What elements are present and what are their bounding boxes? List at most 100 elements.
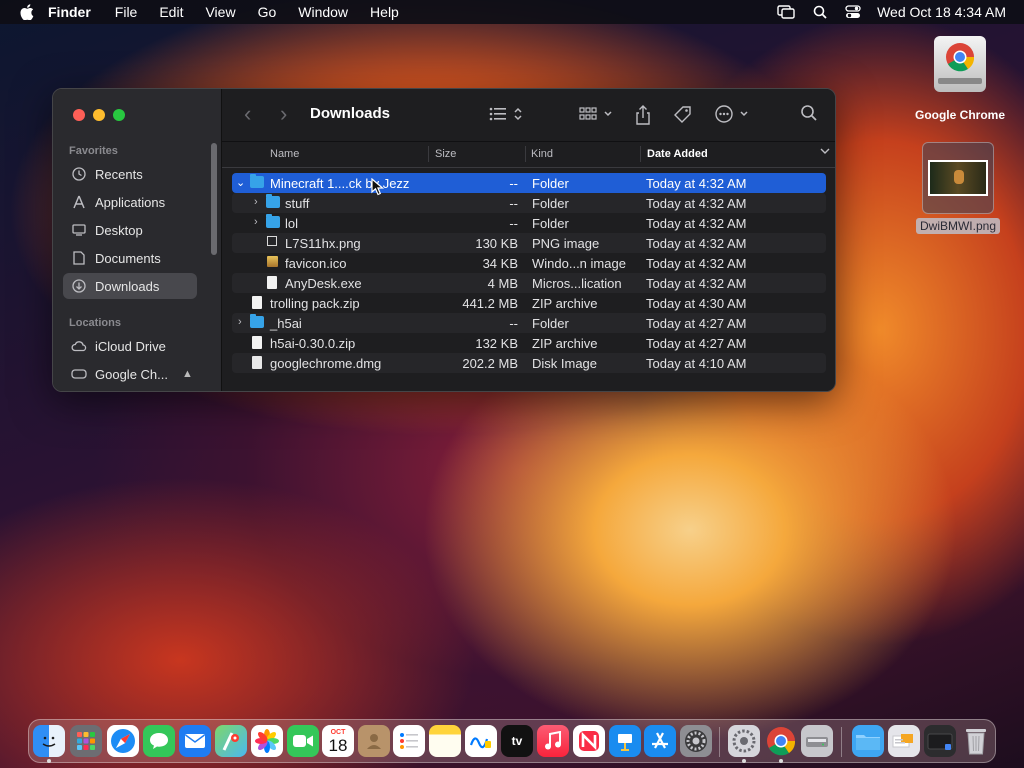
desktop-png-file[interactable]: DwiBMWI.png [912, 142, 1004, 234]
dock-stack-documents-icon[interactable] [888, 725, 920, 757]
file-name: trolling pack.zip [270, 296, 360, 311]
dock-calendar-icon[interactable]: OCT 18 [322, 725, 354, 757]
table-row[interactable]: › stuff -- Folder Today at 4:32 AM [232, 193, 826, 213]
document-icon [71, 250, 87, 266]
column-header-size[interactable]: Size [435, 148, 456, 160]
sidebar-item-icloud-drive[interactable]: iCloud Drive [63, 333, 197, 359]
dock-divider [719, 727, 720, 757]
close-window-button[interactable] [73, 109, 85, 121]
file-date-added: Today at 4:32 AM [646, 236, 747, 251]
clock-icon [71, 166, 87, 182]
sidebar-item-documents[interactable]: Documents [63, 245, 197, 271]
folder-icon [250, 174, 264, 188]
desktop-chrome-drive[interactable]: Google Chrome [908, 36, 1012, 122]
file-name: _h5ai [270, 316, 302, 331]
more-actions-icon[interactable] [714, 104, 752, 124]
back-chevron-icon[interactable]: ‹ [244, 101, 251, 127]
sidebar-item-downloads[interactable]: Downloads [63, 273, 197, 299]
dock-downloads-folder-icon[interactable] [852, 725, 884, 757]
table-row[interactable]: h5ai-0.30.0.zip 132 KB ZIP archive Today… [232, 333, 826, 353]
table-row[interactable]: › _h5ai -- Folder Today at 4:27 AM [232, 313, 826, 333]
group-grid-icon[interactable] [578, 104, 616, 124]
sidebar-item-applications[interactable]: Applications [63, 189, 197, 215]
disclosure-closed-icon[interactable]: › [254, 216, 258, 228]
sort-chevron-icon[interactable] [820, 146, 830, 158]
zoom-window-button[interactable] [113, 109, 125, 121]
file-date-added: Today at 4:10 AM [646, 356, 747, 371]
disclosure-closed-icon[interactable]: › [254, 196, 258, 208]
table-row[interactable]: AnyDesk.exe 4 MB Micros...lication Today… [232, 273, 826, 293]
dock-mail-icon[interactable] [179, 725, 211, 757]
dock-launchpad-icon[interactable] [70, 725, 102, 757]
table-row[interactable]: ⌄ Minecraft 1....ck by Jezz -- Folder To… [232, 173, 826, 193]
dock-app-store-icon[interactable] [644, 725, 676, 757]
dock-notes-icon[interactable] [429, 725, 461, 757]
dock-google-chrome-icon[interactable] [765, 725, 797, 757]
menu-file[interactable]: File [115, 0, 138, 24]
dock-contacts-icon[interactable] [358, 725, 390, 757]
dock-finder-icon[interactable] [33, 725, 65, 757]
dock-messages-icon[interactable] [143, 725, 175, 757]
dock-keynote-icon[interactable] [609, 725, 641, 757]
dock-reminders-icon[interactable] [393, 725, 425, 757]
dock-system-settings-icon[interactable] [680, 725, 712, 757]
table-row[interactable]: googlechrome.dmg 202.2 MB Disk Image Tod… [232, 353, 826, 373]
dock-facetime-icon[interactable] [287, 725, 319, 757]
sidebar-item-label: Desktop [95, 222, 143, 238]
apple-menu-icon[interactable] [20, 4, 34, 20]
eject-icon[interactable]: ▲ [182, 368, 193, 380]
file-size: -- [509, 216, 518, 231]
column-header-name[interactable]: Name [270, 148, 299, 160]
dock-system-settings-running-icon[interactable] [728, 725, 760, 757]
table-row[interactable]: L7S11hx.png 130 KB PNG image Today at 4:… [232, 233, 826, 253]
dock-freeform-icon[interactable] [465, 725, 497, 757]
file-name: L7S11hx.png [285, 236, 361, 251]
disclosure-closed-icon[interactable]: › [238, 316, 242, 328]
sidebar-item-label: Documents [95, 250, 161, 266]
forward-chevron-icon[interactable]: › [280, 101, 287, 127]
column-header-kind[interactable]: Kind [531, 148, 553, 160]
dock-recent-window-icon[interactable] [924, 725, 956, 757]
desktop-png-label: DwiBMWI.png [915, 218, 1000, 234]
image-file-icon [267, 236, 277, 246]
table-row[interactable]: favicon.ico 34 KB Windo...n image Today … [232, 253, 826, 273]
screen-mirroring-icon[interactable] [777, 5, 795, 19]
share-icon[interactable] [634, 104, 652, 126]
column-divider[interactable] [428, 146, 429, 162]
sidebar-scrollbar[interactable] [211, 143, 217, 255]
menu-app-finder[interactable]: Finder [48, 0, 91, 24]
menu-go[interactable]: Go [258, 0, 277, 24]
disclosure-open-icon[interactable]: ⌄ [236, 176, 245, 189]
dock-photos-icon[interactable] [251, 725, 283, 757]
dock-safari-icon[interactable] [107, 725, 139, 757]
icon-file-icon [267, 256, 278, 267]
menu-help[interactable]: Help [370, 0, 399, 24]
file-size: 202.2 MB [462, 356, 518, 371]
sidebar-item-desktop[interactable]: Desktop [63, 217, 197, 243]
column-divider[interactable] [525, 146, 526, 162]
column-header-date-added[interactable]: Date Added [647, 148, 708, 160]
spotlight-search-icon[interactable] [813, 5, 827, 19]
table-row[interactable]: trolling pack.zip 441.2 MB ZIP archive T… [232, 293, 826, 313]
dock-trash-icon[interactable] [960, 725, 992, 757]
list-view-icon[interactable] [488, 104, 526, 124]
dock-maps-icon[interactable] [215, 725, 247, 757]
sidebar-item-recents[interactable]: Recents [63, 161, 197, 187]
menu-view[interactable]: View [205, 0, 235, 24]
sidebar-item-google-chrome-volume[interactable]: Google Ch... ▲ [63, 361, 197, 387]
dock-apple-tv-icon[interactable]: tv [501, 725, 533, 757]
dock-news-icon[interactable] [573, 725, 605, 757]
finder-sidebar: Favorites Recents Applications Desktop D… [53, 89, 222, 391]
control-center-icon[interactable] [845, 5, 861, 19]
dock-disk-utility-icon[interactable] [801, 725, 833, 757]
minimize-window-button[interactable] [93, 109, 105, 121]
menu-edit[interactable]: Edit [159, 0, 183, 24]
column-divider[interactable] [640, 146, 641, 162]
file-kind: PNG image [532, 236, 600, 251]
search-icon[interactable] [800, 104, 818, 122]
dock-music-icon[interactable] [537, 725, 569, 757]
menu-clock[interactable]: Wed Oct 18 4:34 AM [877, 4, 1006, 20]
table-row[interactable]: › lol -- Folder Today at 4:32 AM [232, 213, 826, 233]
menu-window[interactable]: Window [298, 0, 348, 24]
tag-icon[interactable] [672, 104, 694, 126]
